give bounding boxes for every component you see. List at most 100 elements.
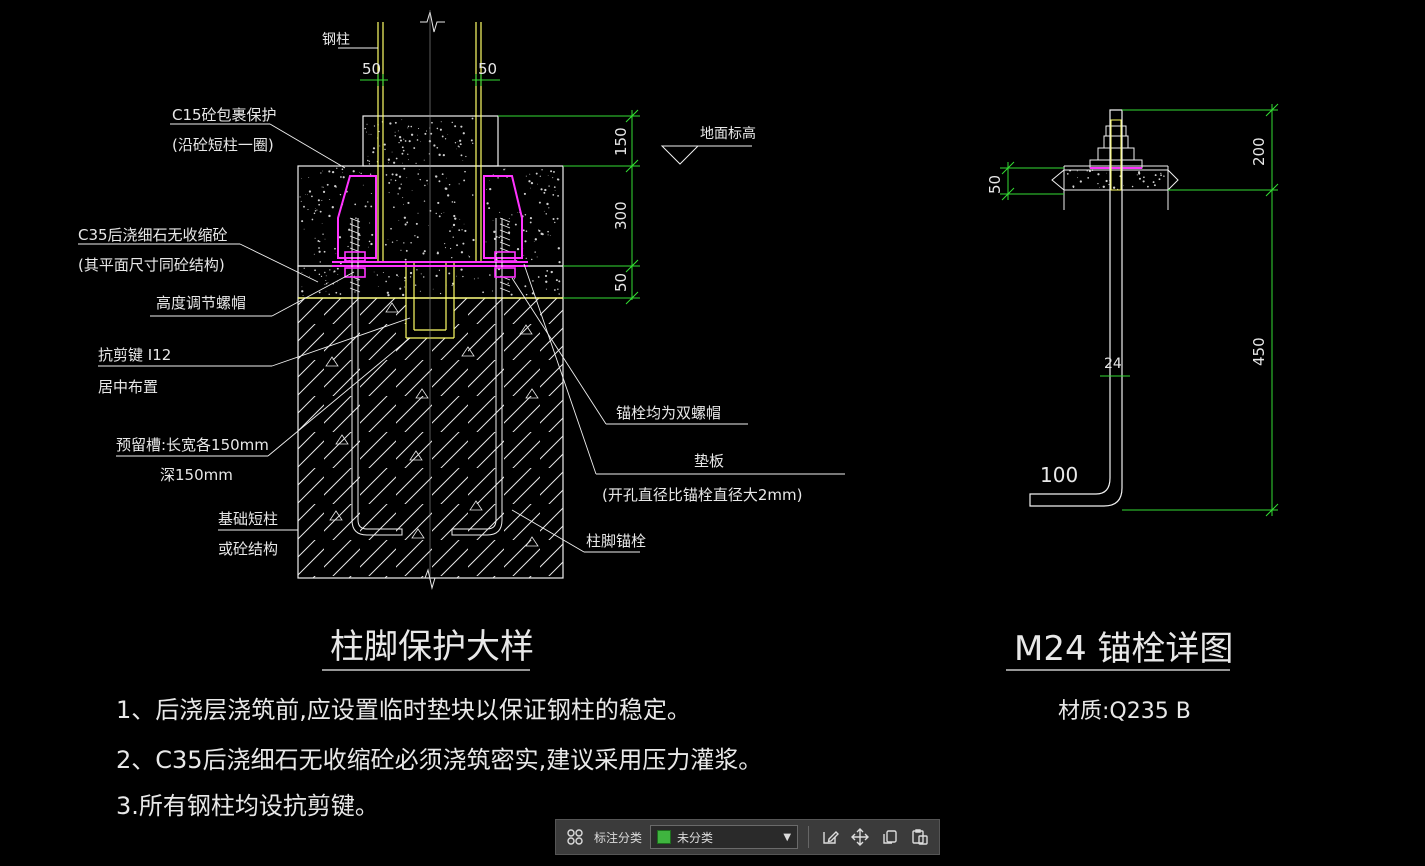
speckle-dot (492, 220, 494, 221)
speckle-dot (437, 201, 440, 204)
speckle-dot (460, 154, 463, 157)
speckle-dot (468, 256, 471, 258)
speckle-dot (403, 167, 406, 170)
speckle-dot (301, 220, 304, 223)
speckle-dot (447, 134, 449, 135)
speckle-dot (468, 255, 469, 257)
speckle-dot (451, 121, 453, 124)
speckle-dot (423, 276, 425, 278)
speckle-dot (388, 162, 389, 164)
speckle-dot (367, 155, 369, 157)
speckle-dot (399, 139, 403, 142)
speckle-dot (301, 290, 304, 293)
speckle-dot (342, 172, 344, 174)
speckle-dot (553, 171, 555, 173)
speckle-dot (451, 256, 453, 259)
speckle-dot (426, 179, 428, 182)
speckle-dot (1087, 177, 1090, 179)
speckle-dot (1072, 186, 1075, 189)
speckle-dot (385, 280, 387, 283)
speckle-dot (1106, 172, 1107, 174)
speckle-dot (453, 214, 456, 218)
speckle-dot (431, 121, 433, 124)
speckle-dot (415, 162, 417, 164)
move-icon[interactable] (849, 826, 871, 848)
speckle-dot (1163, 175, 1165, 178)
speckle-dot (1142, 180, 1145, 183)
speckle-dot (397, 193, 399, 195)
speckle-dot (470, 139, 473, 142)
speckle-dot (435, 212, 437, 215)
speckle-dot (325, 275, 327, 277)
speckle-dot (324, 271, 326, 274)
dim-150: 150 (612, 127, 630, 156)
speckle-dot (340, 176, 342, 178)
speckle-dot (318, 291, 321, 294)
speckle-dot (482, 291, 484, 294)
speckle-dot (398, 175, 402, 178)
speckle-dot (423, 250, 426, 253)
speckle-dot (367, 246, 369, 248)
speckle-dot (460, 268, 463, 271)
speckle-dot (523, 192, 526, 195)
speckle-dot (328, 214, 331, 218)
speckle-dot (548, 207, 550, 209)
speckle-dot (525, 175, 527, 177)
speckle-dot (394, 131, 396, 133)
speckle-dot (446, 177, 447, 179)
label-c35-line1: C35后浇细石无收缩砼 (78, 226, 228, 244)
speckle-dot (308, 275, 310, 277)
speckle-dot (376, 274, 379, 276)
speckle-dot (321, 223, 323, 225)
speckle-dot (398, 220, 400, 221)
speckle-dot (1160, 172, 1162, 175)
speckle-dot (391, 151, 393, 153)
speckle-dot (464, 170, 466, 173)
speckle-dot (557, 247, 561, 250)
speckle-dot (422, 252, 425, 255)
speckle-dot (417, 212, 419, 214)
category-select[interactable]: 未分类 ▼ (650, 825, 799, 849)
speckle-dot (525, 257, 527, 260)
speckle-dot (370, 192, 372, 195)
label-c15-line2: (沿砼短柱一圈) (172, 136, 274, 154)
speckle-dot (464, 229, 467, 232)
speckle-dot (524, 214, 527, 216)
grid-icon[interactable] (564, 826, 586, 848)
speckle-dot (338, 236, 342, 239)
speckle-dot (318, 250, 321, 253)
speckle-dot (457, 141, 459, 143)
speckle-dot (460, 125, 463, 128)
speckle-dot (318, 273, 321, 276)
speckle-dot (341, 168, 344, 171)
speckle-dot (358, 171, 360, 173)
speckle-dot (516, 212, 518, 213)
speckle-dot (498, 250, 500, 251)
label-plate-line2: (开孔直径比锚栓直径大2mm) (602, 486, 802, 504)
label-leveling-nut: 高度调节螺帽 (156, 294, 246, 312)
speckle-dot (471, 194, 474, 196)
paste-icon[interactable] (909, 826, 931, 848)
label-shear-key-line1: 抗剪键 I12 (98, 346, 171, 364)
speckle-dot (548, 185, 550, 187)
speckle-dot (370, 205, 373, 208)
speckle-dot (404, 280, 406, 282)
speckle-dot (319, 210, 322, 213)
speckle-dot (462, 242, 465, 245)
speckle-dot (322, 190, 326, 193)
general-notes: 1、后浇层浇筑前,应设置临时垫块以保证钢柱的稳定。 2、C35后浇细石无收缩砼必… (116, 696, 762, 820)
edit-icon[interactable] (819, 826, 841, 848)
speckle-dot (409, 276, 412, 278)
speckle-dot (355, 217, 357, 219)
copy-icon[interactable] (879, 826, 901, 848)
speckle-dot (410, 241, 412, 244)
speckle-dot (308, 190, 312, 193)
label-plate-line1: 垫板 (694, 452, 724, 470)
speckle-dot (444, 187, 447, 190)
speckle-dot (423, 200, 426, 202)
speckle-dot (555, 279, 558, 282)
speckle-dot (1131, 185, 1134, 188)
speckle-dot (390, 227, 392, 230)
speckle-dot (417, 134, 418, 136)
speckle-dot (322, 233, 324, 235)
